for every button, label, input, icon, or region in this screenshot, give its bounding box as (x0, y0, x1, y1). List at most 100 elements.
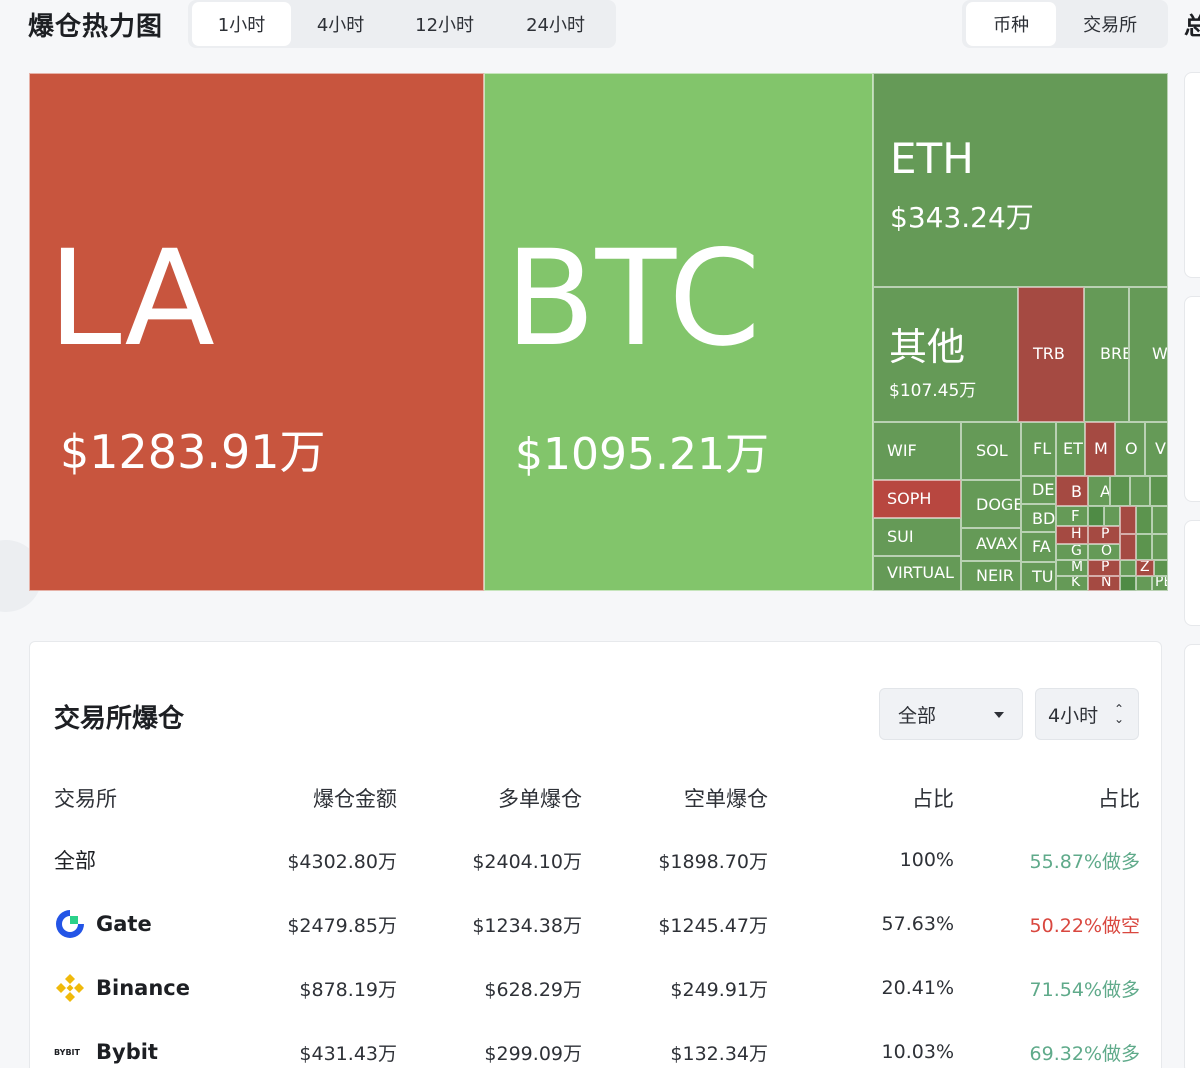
table-row[interactable]: 全部 $4302.80万 $2404.10万 $1898.70万 100% 55… (30, 840, 1163, 880)
cell-symbol: BTC (505, 222, 761, 376)
side-card (1184, 644, 1200, 1068)
treemap-cell-fl[interactable]: FL (1021, 422, 1056, 476)
cell-symbol: B (1071, 482, 1082, 501)
treemap-cell[interactable] (1136, 506, 1152, 534)
treemap-cell-bre[interactable]: BRE (1084, 287, 1129, 422)
col-header-long[interactable]: 多单爆仓 (498, 778, 582, 818)
total-cell: $878.19万 (299, 978, 397, 1001)
treemap-cell-sui[interactable]: SUI (873, 518, 961, 556)
long-cell: $1234.38万 (472, 914, 582, 937)
treemap-cell[interactable] (1136, 576, 1152, 591)
treemap-cell-v[interactable]: V (1145, 422, 1168, 476)
treemap-cell[interactable] (1150, 476, 1168, 506)
treemap-cell-tu[interactable]: TU (1021, 562, 1056, 591)
treemap-cell-other[interactable]: 其他 $107.45万 (873, 287, 1018, 422)
cell-amount: $1095.21万 (515, 429, 769, 480)
treemap-cell[interactable] (1130, 476, 1150, 506)
period-select[interactable]: 4小时 ⌃ ⌄ (1035, 688, 1139, 740)
treemap-cell[interactable] (1104, 506, 1120, 526)
tab-24h[interactable]: 24小时 (499, 2, 612, 46)
treemap-cell-a[interactable]: A (1088, 476, 1110, 506)
cell-symbol: TRB (1033, 344, 1065, 363)
cell-symbol: DE (1032, 480, 1055, 499)
ratio-cell: 71.54%做多 (1029, 978, 1140, 1001)
cell-symbol: M (1094, 439, 1108, 458)
exchange-name: Binance (96, 976, 190, 1000)
cell-symbol: P (1101, 560, 1110, 575)
gate-logo-icon (56, 910, 84, 938)
cell-symbol: ET (1063, 439, 1083, 458)
treemap-cell-virtual[interactable]: VIRTUAL (873, 556, 961, 591)
treemap-cell[interactable] (1136, 534, 1152, 560)
treemap-cell-p2[interactable]: P (1088, 560, 1120, 576)
treemap-cell[interactable] (1088, 506, 1104, 526)
long-cell: $299.09万 (484, 1042, 582, 1065)
treemap-cell-b[interactable]: B (1056, 476, 1088, 506)
treemap-cell[interactable] (1152, 534, 1168, 560)
cell-symbol: AVAX (976, 534, 1018, 553)
exchange-cell: Binance (54, 968, 190, 1008)
filter-select[interactable]: 全部 (879, 688, 1023, 740)
treemap-cell-k[interactable]: K (1056, 576, 1088, 591)
tab-4h[interactable]: 4小时 (291, 2, 390, 46)
treemap-cell-avax[interactable]: AVAX (961, 528, 1021, 561)
treemap-cell-pe[interactable]: PE (1152, 576, 1168, 591)
tab-12h[interactable]: 12小时 (390, 2, 499, 46)
treemap-cell[interactable] (1120, 560, 1136, 576)
cell-symbol: FA (1032, 537, 1051, 556)
col-header-total[interactable]: 爆仓金额 (313, 778, 397, 818)
tab-exchange[interactable]: 交易所 (1056, 2, 1164, 46)
treemap-cell-g[interactable]: G (1056, 544, 1088, 560)
treemap-cell-n[interactable]: N (1088, 576, 1120, 591)
treemap-cell[interactable] (1120, 576, 1136, 591)
tab-coin[interactable]: 币种 (966, 2, 1057, 46)
treemap-cell-m[interactable]: M (1085, 422, 1115, 476)
cell-symbol: O (1101, 544, 1113, 559)
treemap-cell-sol[interactable]: SOL (961, 422, 1021, 480)
treemap-cell-la[interactable]: LA $1283.91万 (29, 73, 484, 591)
table-row[interactable]: Gate $2479.85万 $1234.38万 $1245.47万 57.63… (30, 904, 1163, 944)
long-cell: $628.29万 (484, 978, 582, 1001)
tab-1h[interactable]: 1小时 (192, 2, 292, 46)
table-row[interactable]: Binance $878.19万 $628.29万 $249.91万 20.41… (30, 968, 1163, 1008)
treemap-cell-o[interactable]: O (1115, 422, 1145, 476)
treemap-cell-wl[interactable]: WL (1129, 287, 1168, 422)
side-card (1184, 520, 1200, 626)
treemap-cell[interactable] (1120, 506, 1136, 534)
col-header-short[interactable]: 空单爆仓 (684, 778, 768, 818)
treemap-cell-trb[interactable]: TRB (1018, 287, 1084, 422)
treemap-cell-m2[interactable]: M (1056, 560, 1088, 576)
treemap-cell-doge[interactable]: DOGE (961, 480, 1021, 528)
cell-symbol: Z (1140, 560, 1150, 575)
cell-amount: $343.24万 (890, 201, 1034, 234)
treemap-cell-et[interactable]: ET (1056, 422, 1085, 476)
cell-symbol: G (1071, 544, 1082, 559)
treemap-cell-wif[interactable]: WIF (873, 422, 961, 480)
treemap-cell-h[interactable]: H (1056, 526, 1088, 544)
col-header-share[interactable]: 占比 (912, 778, 954, 818)
treemap-cell-z[interactable]: Z (1136, 560, 1154, 576)
treemap-cell[interactable] (1110, 476, 1130, 506)
treemap-cell-p[interactable]: P (1088, 526, 1120, 544)
long-cell: $2404.10万 (472, 850, 582, 873)
exchange-name: Gate (96, 912, 152, 936)
treemap-cell-bd[interactable]: BD (1021, 504, 1056, 532)
treemap-cell-o2[interactable]: O (1088, 544, 1120, 560)
treemap-cell-soph[interactable]: SOPH (873, 480, 961, 518)
treemap-cell-neir[interactable]: NEIR (961, 561, 1021, 591)
treemap-cell-fa[interactable]: FA (1021, 532, 1056, 562)
cell-amount: $107.45万 (889, 381, 977, 401)
treemap-cell-btc[interactable]: BTC $1095.21万 (484, 73, 873, 591)
short-cell: $1245.47万 (658, 914, 768, 937)
table-row[interactable]: BYBIT Bybit $431.43万 $299.09万 $132.34万 1… (30, 1032, 1163, 1068)
treemap-cell-de[interactable]: DE (1021, 476, 1056, 504)
treemap-cell[interactable] (1152, 506, 1168, 534)
exchange-name: Bybit (96, 1040, 158, 1064)
cell-symbol: WIF (887, 441, 917, 460)
treemap-cell[interactable] (1154, 560, 1168, 576)
col-header-ratio[interactable]: 占比 (1098, 778, 1140, 818)
cell-symbol: ETH (890, 134, 974, 183)
treemap-cell[interactable] (1120, 534, 1136, 560)
treemap-cell-f[interactable]: F (1056, 506, 1088, 526)
treemap-cell-eth[interactable]: ETH $343.24万 (873, 73, 1168, 287)
